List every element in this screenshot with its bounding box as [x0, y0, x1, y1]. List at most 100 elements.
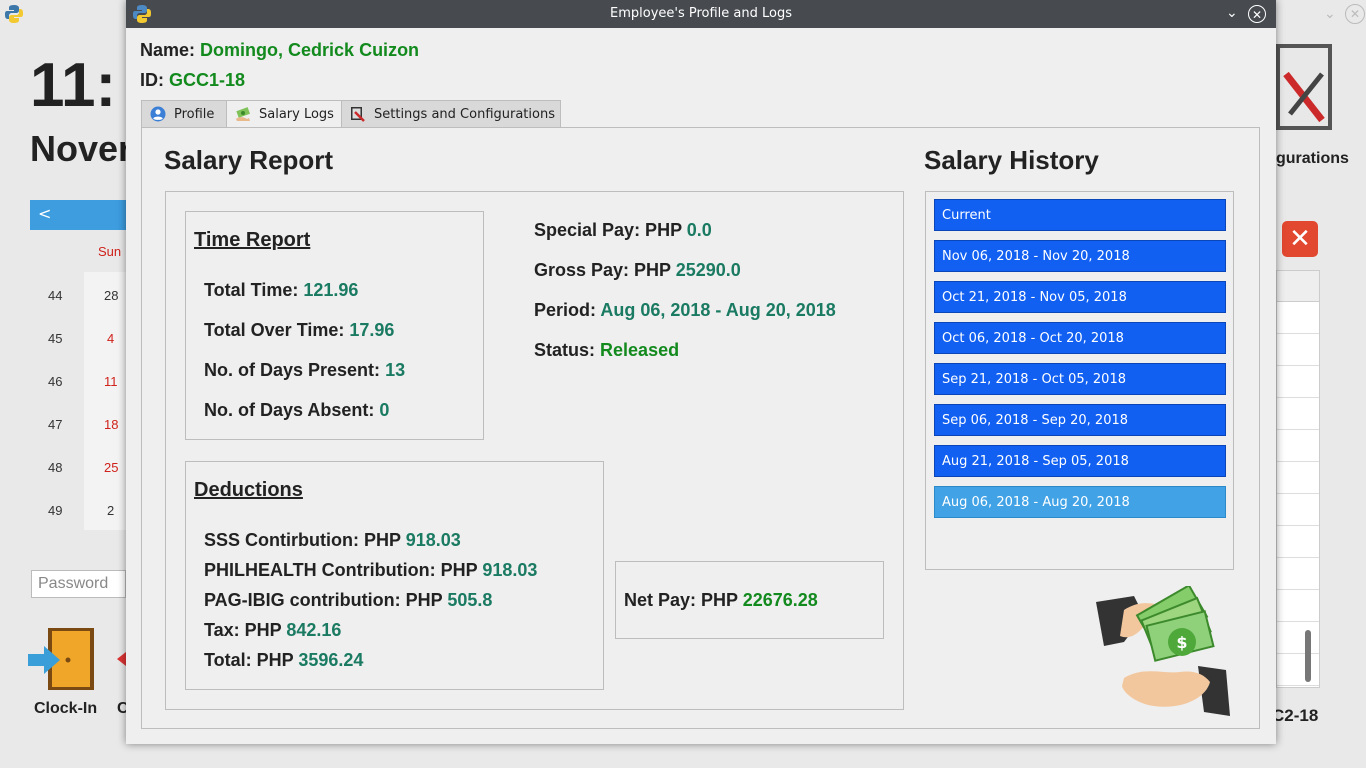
- calendar-week-number: 46: [48, 374, 63, 389]
- calendar-week-number: 44: [48, 288, 63, 303]
- gross-pay-value: 25290.0: [675, 260, 741, 280]
- days-present: No. of Days Present: 13: [204, 360, 405, 381]
- calendar-week-number: 47: [48, 417, 63, 432]
- history-item[interactable]: Oct 06, 2018 - Oct 20, 2018: [934, 322, 1226, 354]
- calendar-day[interactable]: 28: [104, 288, 118, 303]
- clock-in-label[interactable]: Clock-In: [34, 700, 97, 718]
- calendar-week-number: 49: [48, 503, 63, 518]
- deductions-total: Total: PHP 3596.24: [204, 650, 363, 671]
- employee-id-label: C2-18: [1272, 706, 1319, 725]
- philhealth-contribution: PHILHEALTH Contribution: PHP 918.03: [204, 560, 537, 581]
- configuration-tools-icon[interactable]: [1276, 44, 1332, 130]
- close-x-button[interactable]: ✕: [1282, 221, 1318, 257]
- arrow-left-icon: [117, 652, 126, 666]
- tab-label: Settings and Configurations: [374, 107, 555, 122]
- tax-value: 842.16: [286, 620, 342, 640]
- status-value: Released: [600, 340, 680, 360]
- total-time-label: Total Time:: [204, 280, 299, 300]
- deductions-total-value: 3596.24: [298, 650, 364, 670]
- status: Status: Released: [534, 340, 679, 361]
- window-titlebar[interactable]: Employee's Profile and Logs ⌄ ✕: [126, 0, 1276, 28]
- history-item[interactable]: Sep 06, 2018 - Sep 20, 2018: [934, 404, 1226, 436]
- scrollbar-thumb[interactable]: [1305, 630, 1311, 682]
- tax-label: Tax: PHP: [204, 620, 282, 640]
- history-item-selected[interactable]: Aug 06, 2018 - Aug 20, 2018: [934, 486, 1226, 518]
- id-value: GCC1-18: [169, 70, 246, 90]
- chevron-down-icon[interactable]: ⌄: [1324, 6, 1336, 22]
- total-overtime: Total Over Time: 17.96: [204, 320, 394, 341]
- period: Period: Aug 06, 2018 - Aug 20, 2018: [534, 300, 836, 321]
- chevron-left-icon[interactable]: <: [38, 204, 51, 223]
- total-time: Total Time: 121.96: [204, 280, 358, 301]
- philhealth-value: 918.03: [482, 560, 538, 580]
- calendar-day[interactable]: 25: [104, 460, 118, 475]
- gross-pay-label: Gross Pay: PHP: [534, 260, 671, 280]
- door-enter-icon[interactable]: [28, 628, 94, 690]
- history-item[interactable]: Nov 06, 2018 - Nov 20, 2018: [934, 240, 1226, 272]
- sss-value: 918.03: [405, 530, 461, 550]
- date-display: Nover: [30, 128, 133, 169]
- total-overtime-value: 17.96: [349, 320, 395, 340]
- name-label: Name:: [140, 40, 196, 60]
- history-item[interactable]: Oct 21, 2018 - Nov 05, 2018: [934, 281, 1226, 313]
- close-icon[interactable]: ✕: [1345, 4, 1365, 24]
- id-label: ID:: [140, 70, 164, 90]
- special-pay: Special Pay: PHP 0.0: [534, 220, 712, 241]
- history-item[interactable]: Current: [934, 199, 1226, 231]
- minimize-chevron-icon[interactable]: ⌄: [1226, 5, 1238, 21]
- net-pay-label: Net Pay: PHP: [624, 590, 738, 610]
- svg-text:$: $: [1176, 633, 1187, 652]
- pagibig-contribution: PAG-IBIG contribution: PHP 505.8: [204, 590, 492, 611]
- period-label: Period:: [534, 300, 597, 320]
- special-pay-label: Special Pay: PHP: [534, 220, 682, 240]
- calendar-day[interactable]: 11: [104, 374, 118, 389]
- calendar-nav-bar: <: [30, 200, 130, 230]
- employee-profile-window: Employee's Profile and Logs ⌄ ✕ Name: Do…: [126, 0, 1276, 744]
- calendar-day[interactable]: 18: [104, 417, 118, 432]
- net-pay: Net Pay: PHP 22676.28: [624, 590, 818, 611]
- employee-name: Name: Domingo, Cedrick Cuizon: [140, 40, 419, 61]
- deductions-title: Deductions: [194, 479, 303, 501]
- net-pay-value: 22676.28: [742, 590, 818, 610]
- days-absent-label: No. of Days Absent:: [204, 400, 375, 420]
- gross-pay: Gross Pay: PHP 25290.0: [534, 260, 741, 281]
- window-title: Employee's Profile and Logs: [610, 6, 792, 21]
- total-time-value: 121.96: [303, 280, 359, 300]
- name-value: Domingo, Cedrick Cuizon: [200, 40, 420, 60]
- deductions-total-label: Total: PHP: [204, 650, 294, 670]
- days-absent: No. of Days Absent: 0: [204, 400, 389, 421]
- calendar-week-number: 48: [48, 460, 63, 475]
- history-item[interactable]: Sep 21, 2018 - Oct 05, 2018: [934, 363, 1226, 395]
- salary-report-title: Salary Report: [164, 145, 334, 175]
- tab-label: Profile: [174, 107, 215, 122]
- calendar-week-number: 45: [48, 331, 63, 346]
- status-label: Status:: [534, 340, 596, 360]
- total-overtime-label: Total Over Time:: [204, 320, 345, 340]
- history-item[interactable]: Aug 21, 2018 - Sep 05, 2018: [934, 445, 1226, 477]
- salary-history-title: Salary History: [924, 145, 1099, 175]
- days-absent-value: 0: [379, 400, 390, 420]
- money-icon: [236, 107, 251, 121]
- tab-settings[interactable]: Settings and Configurations: [341, 100, 561, 127]
- employee-id: ID: GCC1-18: [140, 70, 245, 91]
- sss-contribution: SSS Contirbution: PHP 918.03: [204, 530, 461, 551]
- tab-label: Salary Logs: [259, 107, 334, 122]
- calendar-day[interactable]: 4: [107, 331, 114, 346]
- pagibig-label: PAG-IBIG contribution: PHP: [204, 590, 443, 610]
- salary-history-list: Current Nov 06, 2018 - Nov 20, 2018 Oct …: [925, 191, 1234, 570]
- sss-label: SSS Contirbution: PHP: [204, 530, 401, 550]
- days-present-label: No. of Days Present:: [204, 360, 381, 380]
- days-present-value: 13: [385, 360, 406, 380]
- tab-profile[interactable]: Profile: [141, 100, 227, 127]
- time-report-title: Time Report: [194, 229, 311, 251]
- tab-salary-logs[interactable]: Salary Logs: [226, 100, 342, 129]
- background-table: [1276, 270, 1320, 688]
- close-window-button[interactable]: ✕: [1248, 5, 1266, 23]
- configurations-label[interactable]: gurations: [1276, 150, 1349, 168]
- python-logo-icon: [5, 5, 23, 23]
- money-exchange-icon: $: [1096, 586, 1230, 716]
- calendar-day[interactable]: 2: [107, 503, 114, 518]
- special-pay-value: 0.0: [686, 220, 712, 240]
- password-input[interactable]: Password: [31, 570, 126, 598]
- philhealth-label: PHILHEALTH Contribution: PHP: [204, 560, 478, 580]
